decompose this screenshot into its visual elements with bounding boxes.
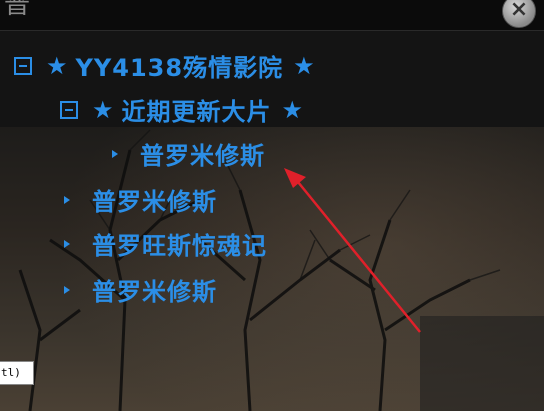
tooltip: tl) [0,361,34,385]
annotation-arrow [284,168,421,333]
media-tree-window: 普 × ★ YY4138殇情影院 ★ ★ 近期更新大片 ★ 普罗米修斯 普罗米修… [0,0,544,411]
